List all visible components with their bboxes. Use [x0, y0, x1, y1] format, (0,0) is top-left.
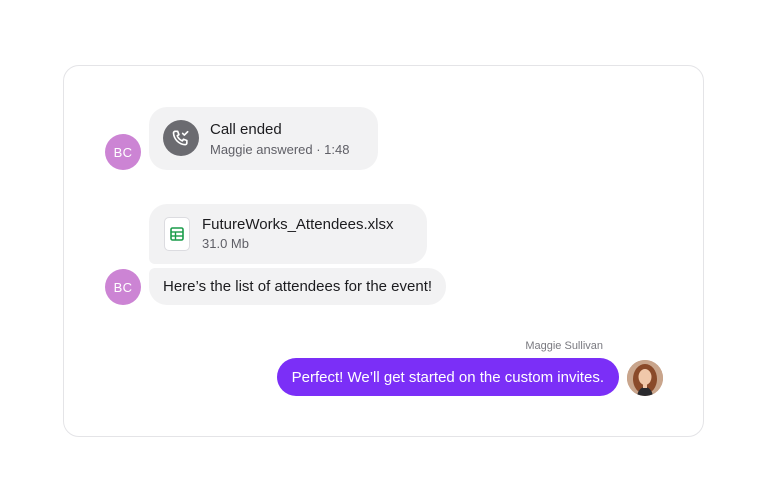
- spreadsheet-file-icon: [164, 217, 190, 251]
- file-size: 31.0 Mb: [202, 236, 249, 251]
- call-ended-bubble[interactable]: Call ended Maggie answered · 1:48: [149, 107, 378, 170]
- file-attachment-bubble[interactable]: FutureWorks_Attendees.xlsx 31.0 Mb: [149, 204, 427, 264]
- file-name[interactable]: FutureWorks_Attendees.xlsx: [202, 216, 393, 233]
- call-status-subtitle: Maggie answered · 1:48: [210, 142, 350, 157]
- sender-avatar-initials[interactable]: BC: [105, 269, 141, 305]
- sender-name: Maggie Sullivan: [525, 340, 603, 352]
- sender-avatar-initials[interactable]: BC: [105, 134, 141, 170]
- user-photo-avatar[interactable]: [627, 360, 663, 396]
- call-status-title: Call ended: [210, 121, 282, 138]
- outgoing-message-bubble[interactable]: Perfect! We’ll get started on the custom…: [276, 358, 619, 396]
- incoming-message-bubble[interactable]: Here’s the list of attendees for the eve…: [149, 268, 447, 305]
- phone-call-ended-icon: [163, 120, 199, 156]
